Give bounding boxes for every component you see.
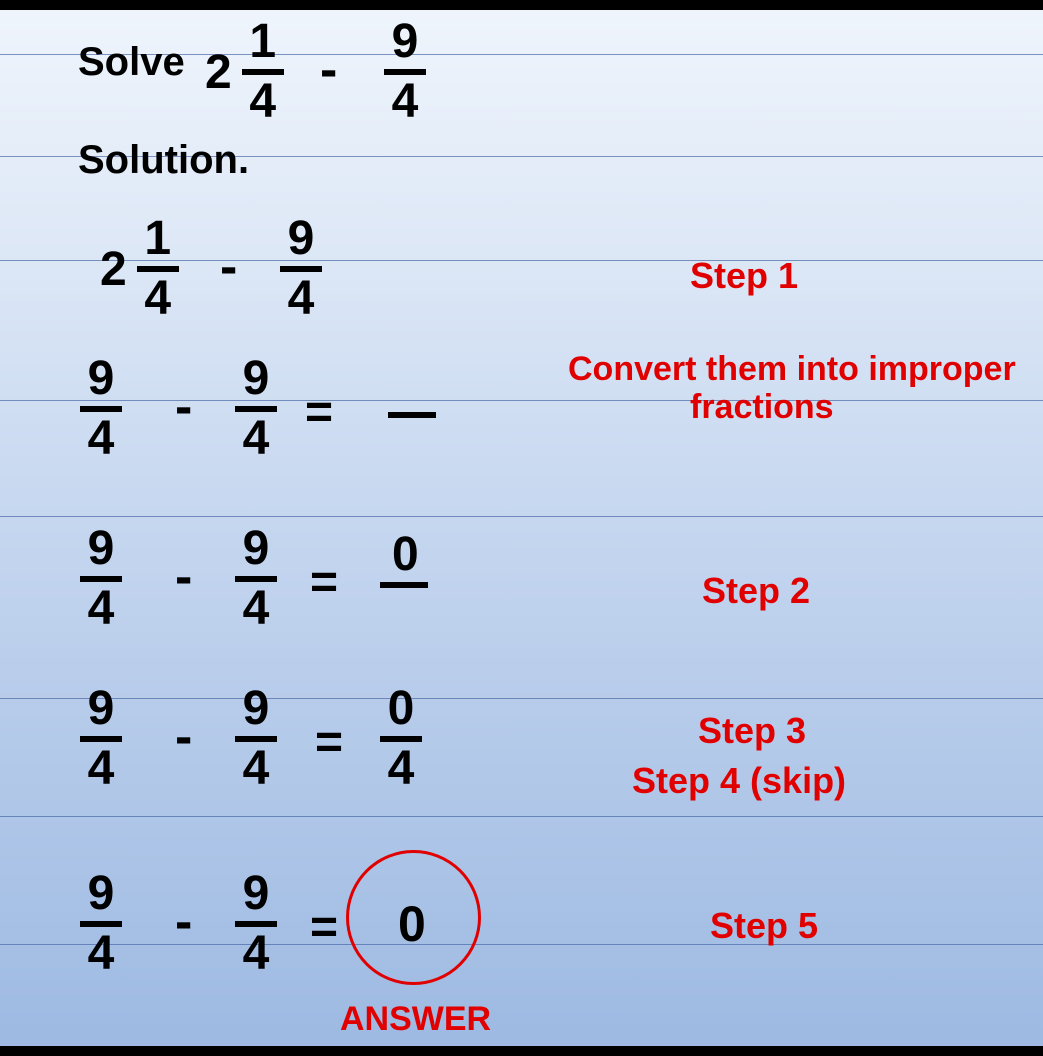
whole-number: 2 <box>205 45 232 100</box>
denominator: 4 <box>384 745 419 793</box>
problem-rhs-fraction: 9 4 <box>384 18 426 126</box>
step1-desc-line2: fractions <box>690 388 834 427</box>
minus-operator: - <box>220 237 237 297</box>
numerator: 9 <box>239 355 274 403</box>
numerator: 1 <box>140 215 175 263</box>
fraction: 9 4 <box>280 215 322 323</box>
minus-operator: - <box>175 707 192 767</box>
fraction: 9 4 <box>80 685 122 793</box>
minus-operator: - <box>175 547 192 607</box>
equals-sign: = <box>315 715 343 770</box>
equals-sign: = <box>305 385 333 440</box>
denominator: 4 <box>239 415 274 463</box>
fraction: 9 4 <box>80 525 122 633</box>
fraction: 9 4 <box>80 355 122 463</box>
fraction: 1 4 <box>137 215 179 323</box>
rule-line <box>0 816 1043 817</box>
row4-result: 0 4 <box>380 685 422 793</box>
numerator: 9 <box>84 685 119 733</box>
fraction: 0 4 <box>380 685 422 793</box>
row3-result-bar <box>380 582 428 588</box>
row5-rhs: 9 4 <box>235 870 277 978</box>
row4-lhs: 9 4 <box>80 685 122 793</box>
step1-desc-line1: Convert them into improper <box>568 350 1016 389</box>
denominator: 4 <box>84 745 119 793</box>
fraction: 9 4 <box>235 685 277 793</box>
denominator: 4 <box>239 930 274 978</box>
answer-circle <box>346 850 481 985</box>
step5-label: Step 5 <box>710 905 818 947</box>
denominator: 4 <box>284 275 319 323</box>
numerator: 0 <box>384 685 419 733</box>
denominator: 4 <box>84 585 119 633</box>
row3-rhs: 9 4 <box>235 525 277 633</box>
fraction: 9 4 <box>384 18 426 126</box>
row2-rhs: 9 4 <box>235 355 277 463</box>
minus-operator: - <box>175 892 192 952</box>
fraction: 9 4 <box>235 525 277 633</box>
rule-line <box>0 944 1043 945</box>
numerator: 9 <box>239 685 274 733</box>
minus-operator: - <box>320 40 337 100</box>
answer-label: ANSWER <box>340 1000 491 1039</box>
step3-label: Step 3 <box>698 710 806 752</box>
row5-lhs: 9 4 <box>80 870 122 978</box>
blank-result-bar <box>388 412 436 418</box>
denominator: 4 <box>239 585 274 633</box>
rule-line <box>0 698 1043 699</box>
minus-operator: - <box>175 377 192 437</box>
step1-label: Step 1 <box>690 255 798 297</box>
whole-number: 2 <box>100 242 127 297</box>
row2-lhs: 9 4 <box>80 355 122 463</box>
denominator: 4 <box>84 930 119 978</box>
numerator: 9 <box>84 525 119 573</box>
numerator: 9 <box>84 870 119 918</box>
problem-mixed-fraction: 2 1 4 <box>205 18 284 126</box>
step4-label: Step 4 (skip) <box>632 760 846 802</box>
numerator: 9 <box>284 215 319 263</box>
solution-label: Solution. <box>78 138 249 183</box>
denominator: 4 <box>140 275 175 323</box>
row1-rhs: 9 4 <box>280 215 322 323</box>
numerator: 9 <box>239 525 274 573</box>
denominator: 4 <box>388 78 423 126</box>
numerator: 9 <box>239 870 274 918</box>
solve-label: Solve <box>78 40 185 85</box>
row4-rhs: 9 4 <box>235 685 277 793</box>
row1-lhs: 2 1 4 <box>100 215 179 323</box>
numerator: 9 <box>84 355 119 403</box>
row3-result-numerator: 0 <box>392 527 419 582</box>
numerator: 1 <box>245 18 280 66</box>
step2-label: Step 2 <box>702 570 810 612</box>
numerator: 9 <box>388 18 423 66</box>
fraction: 9 4 <box>235 870 277 978</box>
top-border <box>0 0 1043 10</box>
equals-sign: = <box>310 900 338 955</box>
denominator: 4 <box>245 78 280 126</box>
rule-line <box>0 400 1043 401</box>
fraction: 1 4 <box>242 18 284 126</box>
equals-sign: = <box>310 555 338 610</box>
fraction: 9 4 <box>80 870 122 978</box>
denominator: 4 <box>84 415 119 463</box>
denominator: 4 <box>239 745 274 793</box>
row3-lhs: 9 4 <box>80 525 122 633</box>
fraction: 9 4 <box>235 355 277 463</box>
rule-line <box>0 516 1043 517</box>
bottom-border <box>0 1046 1043 1056</box>
